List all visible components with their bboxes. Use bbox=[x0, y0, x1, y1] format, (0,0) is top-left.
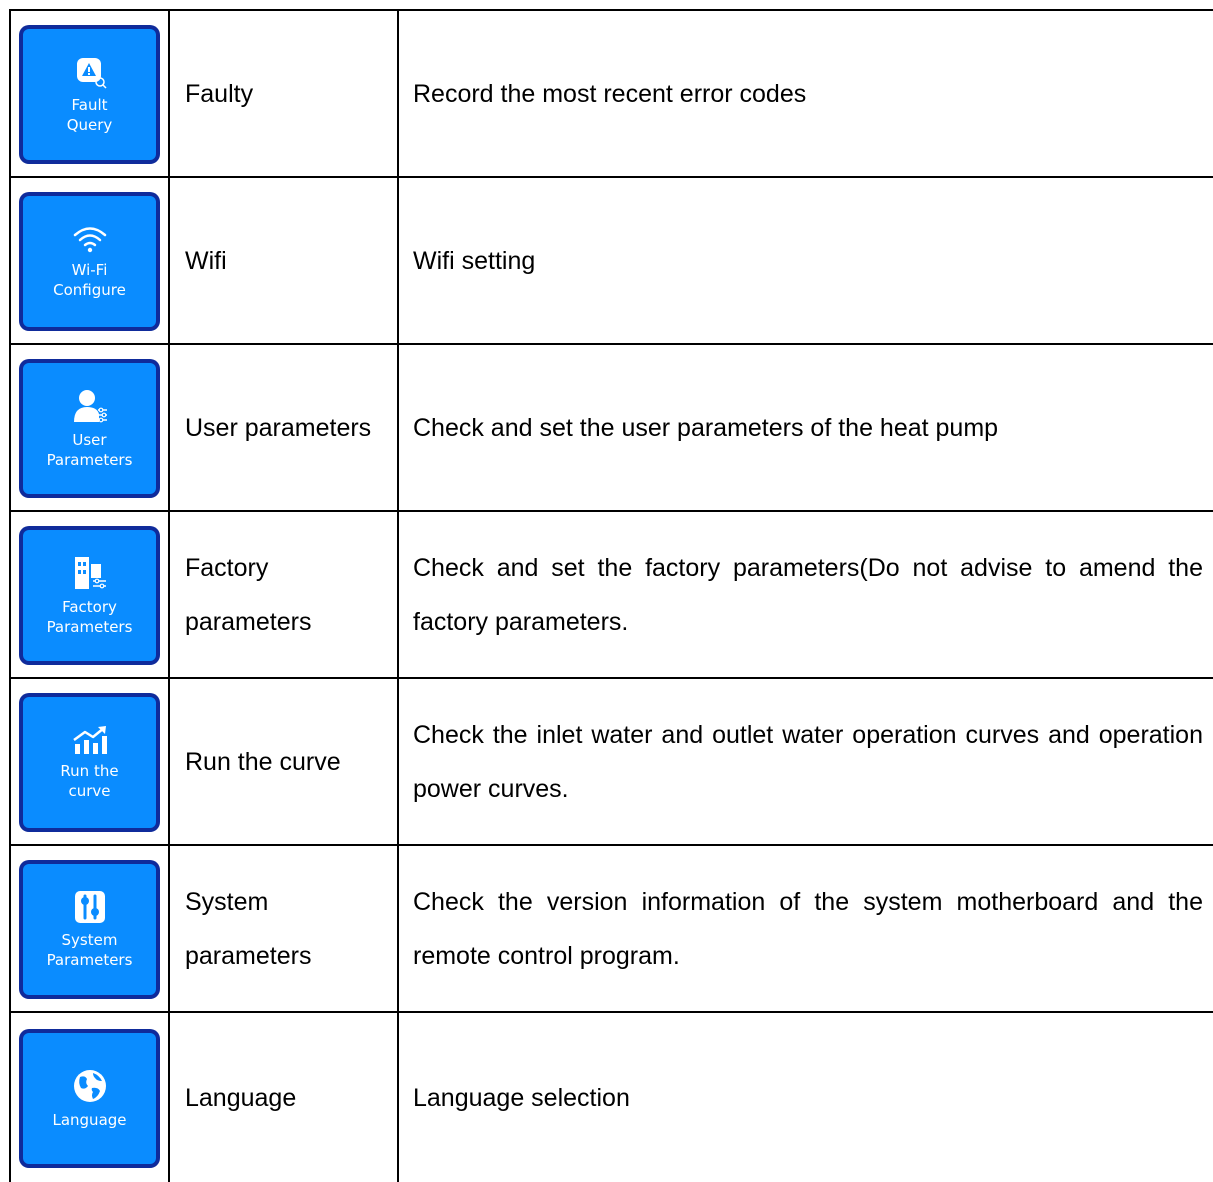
system-sliders-icon bbox=[74, 890, 106, 924]
table-row: Fault Query Faulty Record the most recen… bbox=[9, 9, 1213, 178]
factory-parameters-tile[interactable]: Factory Parameters bbox=[23, 530, 156, 661]
function-description: Wifi setting bbox=[397, 176, 1213, 345]
tile-label: Language bbox=[52, 1110, 127, 1129]
icon-cell: User Parameters bbox=[9, 343, 170, 512]
function-name: Language bbox=[168, 1011, 399, 1182]
function-description: Language selection bbox=[397, 1011, 1213, 1182]
function-description: Record the most recent error codes bbox=[397, 9, 1213, 178]
tile-label: System Parameters bbox=[46, 930, 133, 969]
tile-label: Fault Query bbox=[66, 95, 113, 134]
function-name: Factory parameters bbox=[168, 510, 399, 679]
tile-label: User Parameters bbox=[46, 430, 133, 469]
system-parameters-tile[interactable]: System Parameters bbox=[23, 864, 156, 995]
table-row: Wi-Fi Configure Wifi Wifi setting bbox=[9, 176, 1213, 345]
factory-settings-icon bbox=[73, 555, 107, 591]
rising-chart-icon bbox=[72, 725, 108, 755]
table-row: User Parameters User parameters Check an… bbox=[9, 343, 1213, 512]
function-name: Faulty bbox=[168, 9, 399, 178]
table-row: Run the curve Run the curve Check the in… bbox=[9, 677, 1213, 846]
function-description: Check the version information of the sys… bbox=[397, 844, 1213, 1013]
run-the-curve-tile[interactable]: Run the curve bbox=[23, 697, 156, 828]
function-description: Check and set the factory parameters(Do … bbox=[397, 510, 1213, 679]
function-table: Fault Query Faulty Record the most recen… bbox=[9, 9, 1213, 1182]
icon-cell: Factory Parameters bbox=[9, 510, 170, 679]
table-row: Language Language Language selection bbox=[9, 1011, 1213, 1182]
tile-label: Run the curve bbox=[60, 761, 119, 800]
language-tile[interactable]: Language bbox=[23, 1033, 156, 1164]
function-name: Run the curve bbox=[168, 677, 399, 846]
globe-icon bbox=[72, 1068, 108, 1104]
icon-cell: Fault Query bbox=[9, 9, 170, 178]
function-name: System parameters bbox=[168, 844, 399, 1013]
icon-cell: Run the curve bbox=[9, 677, 170, 846]
icon-cell: Language bbox=[9, 1011, 170, 1182]
table-row: System Parameters System parameters Chec… bbox=[9, 844, 1213, 1013]
user-parameters-tile[interactable]: User Parameters bbox=[23, 363, 156, 494]
fault-warning-icon bbox=[73, 55, 107, 89]
icon-cell: System Parameters bbox=[9, 844, 170, 1013]
user-settings-icon bbox=[71, 388, 109, 424]
function-description: Check and set the user parameters of the… bbox=[397, 343, 1213, 512]
wifi-configure-tile[interactable]: Wi-Fi Configure bbox=[23, 196, 156, 327]
tile-label: Wi-Fi Configure bbox=[53, 260, 126, 299]
fault-query-tile[interactable]: Fault Query bbox=[23, 29, 156, 160]
function-name: Wifi bbox=[168, 176, 399, 345]
table-row: Factory Parameters Factory parameters Ch… bbox=[9, 510, 1213, 679]
function-description: Check the inlet water and outlet water o… bbox=[397, 677, 1213, 846]
function-name: User parameters bbox=[168, 343, 399, 512]
tile-label: Factory Parameters bbox=[46, 597, 133, 636]
icon-cell: Wi-Fi Configure bbox=[9, 176, 170, 345]
wifi-icon bbox=[73, 224, 107, 254]
